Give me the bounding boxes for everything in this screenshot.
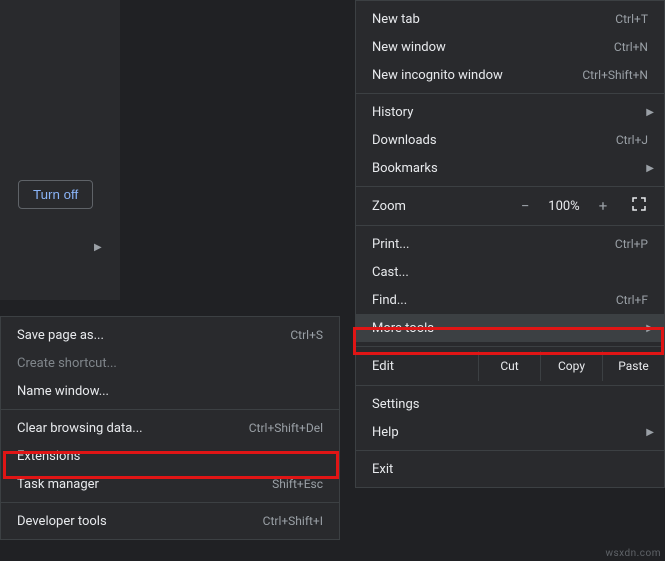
more-tools-submenu: Save page as... Ctrl+S Create shortcut..… — [0, 316, 340, 540]
menu-label: Help — [372, 425, 648, 440]
shortcut: Ctrl+N — [614, 40, 648, 54]
shortcut: Ctrl+T — [615, 12, 648, 26]
separator — [356, 346, 664, 347]
watermark: wsxdn.com — [605, 548, 661, 559]
separator — [1, 502, 339, 503]
shortcut: Ctrl+Shift+N — [582, 68, 648, 82]
shortcut: Ctrl+Shift+Del — [249, 421, 323, 435]
edit-row: Edit Cut Copy Paste — [356, 351, 664, 381]
menu-label: Name window... — [17, 384, 323, 399]
menu-item-create-shortcut: Create shortcut... — [1, 349, 339, 377]
menu-label: New incognito window — [372, 68, 582, 83]
menu-item-more-tools[interactable]: More tools ▶ — [356, 314, 664, 342]
menu-item-exit[interactable]: Exit — [356, 455, 664, 483]
menu-item-bookmarks[interactable]: Bookmarks ▶ — [356, 154, 664, 182]
separator — [356, 450, 664, 451]
menu-label: Downloads — [372, 133, 616, 148]
background-panel-top — [0, 0, 120, 300]
menu-item-new-window[interactable]: New window Ctrl+N — [356, 33, 664, 61]
zoom-value: 100% — [540, 199, 588, 214]
separator — [1, 409, 339, 410]
fullscreen-button[interactable] — [624, 196, 654, 216]
menu-item-name-window[interactable]: Name window... — [1, 377, 339, 405]
menu-item-print[interactable]: Print... Ctrl+P — [356, 230, 664, 258]
menu-item-cast[interactable]: Cast... — [356, 258, 664, 286]
menu-label: Exit — [372, 462, 648, 477]
menu-item-clear-data[interactable]: Clear browsing data... Ctrl+Shift+Del — [1, 414, 339, 442]
separator — [356, 93, 664, 94]
menu-item-developer-tools[interactable]: Developer tools Ctrl+Shift+I — [1, 507, 339, 535]
menu-label: Clear browsing data... — [17, 421, 249, 436]
menu-item-help[interactable]: Help ▶ — [356, 418, 664, 446]
menu-item-extensions[interactable]: Extensions — [1, 442, 339, 470]
shortcut: Ctrl+S — [290, 328, 323, 342]
menu-label: Extensions — [17, 449, 323, 464]
menu-label: New tab — [372, 12, 615, 27]
separator — [356, 385, 664, 386]
separator — [356, 225, 664, 226]
menu-label: New window — [372, 40, 614, 55]
menu-item-history[interactable]: History ▶ — [356, 98, 664, 126]
menu-label: Task manager — [17, 477, 272, 492]
menu-item-save-page[interactable]: Save page as... Ctrl+S — [1, 321, 339, 349]
menu-item-find[interactable]: Find... Ctrl+F — [356, 286, 664, 314]
zoom-row: Zoom − 100% + — [356, 191, 664, 221]
menu-label: Settings — [372, 397, 648, 412]
fullscreen-icon — [631, 196, 647, 212]
shortcut: Ctrl+P — [615, 237, 648, 251]
chevron-right-icon: ▶ — [646, 163, 654, 174]
zoom-label: Zoom — [372, 199, 510, 214]
menu-label: Developer tools — [17, 514, 263, 529]
menu-label: Find... — [372, 293, 616, 308]
edit-label: Edit — [372, 359, 478, 374]
chevron-right-icon: ▶ — [646, 323, 654, 334]
menu-label: Save page as... — [17, 328, 290, 343]
separator — [356, 186, 664, 187]
zoom-out-button[interactable]: − — [510, 197, 540, 215]
menu-label: Bookmarks — [372, 161, 648, 176]
paste-button[interactable]: Paste — [602, 351, 664, 381]
shortcut: Shift+Esc — [272, 477, 323, 491]
chevron-right-icon: ▶ — [646, 107, 654, 118]
menu-label: Cast... — [372, 265, 648, 280]
menu-label: More tools — [372, 321, 648, 336]
menu-label: Print... — [372, 237, 615, 252]
menu-item-new-incognito[interactable]: New incognito window Ctrl+Shift+N — [356, 61, 664, 89]
menu-item-task-manager[interactable]: Task manager Shift+Esc — [1, 470, 339, 498]
menu-item-new-tab[interactable]: New tab Ctrl+T — [356, 5, 664, 33]
menu-label: Create shortcut... — [17, 356, 323, 371]
menu-item-downloads[interactable]: Downloads Ctrl+J — [356, 126, 664, 154]
shortcut: Ctrl+Shift+I — [263, 514, 323, 528]
menu-item-settings[interactable]: Settings — [356, 390, 664, 418]
chevron-right-icon: ▶ — [646, 427, 654, 438]
cut-button[interactable]: Cut — [478, 351, 540, 381]
copy-button[interactable]: Copy — [540, 351, 602, 381]
menu-label: History — [372, 105, 648, 120]
zoom-in-button[interactable]: + — [588, 197, 618, 215]
main-context-menu: New tab Ctrl+T New window Ctrl+N New inc… — [355, 0, 665, 488]
chevron-right-icon: ▶ — [94, 242, 102, 253]
shortcut: Ctrl+F — [616, 293, 648, 307]
turn-off-button[interactable]: Turn off — [18, 180, 93, 209]
shortcut: Ctrl+J — [616, 133, 648, 147]
